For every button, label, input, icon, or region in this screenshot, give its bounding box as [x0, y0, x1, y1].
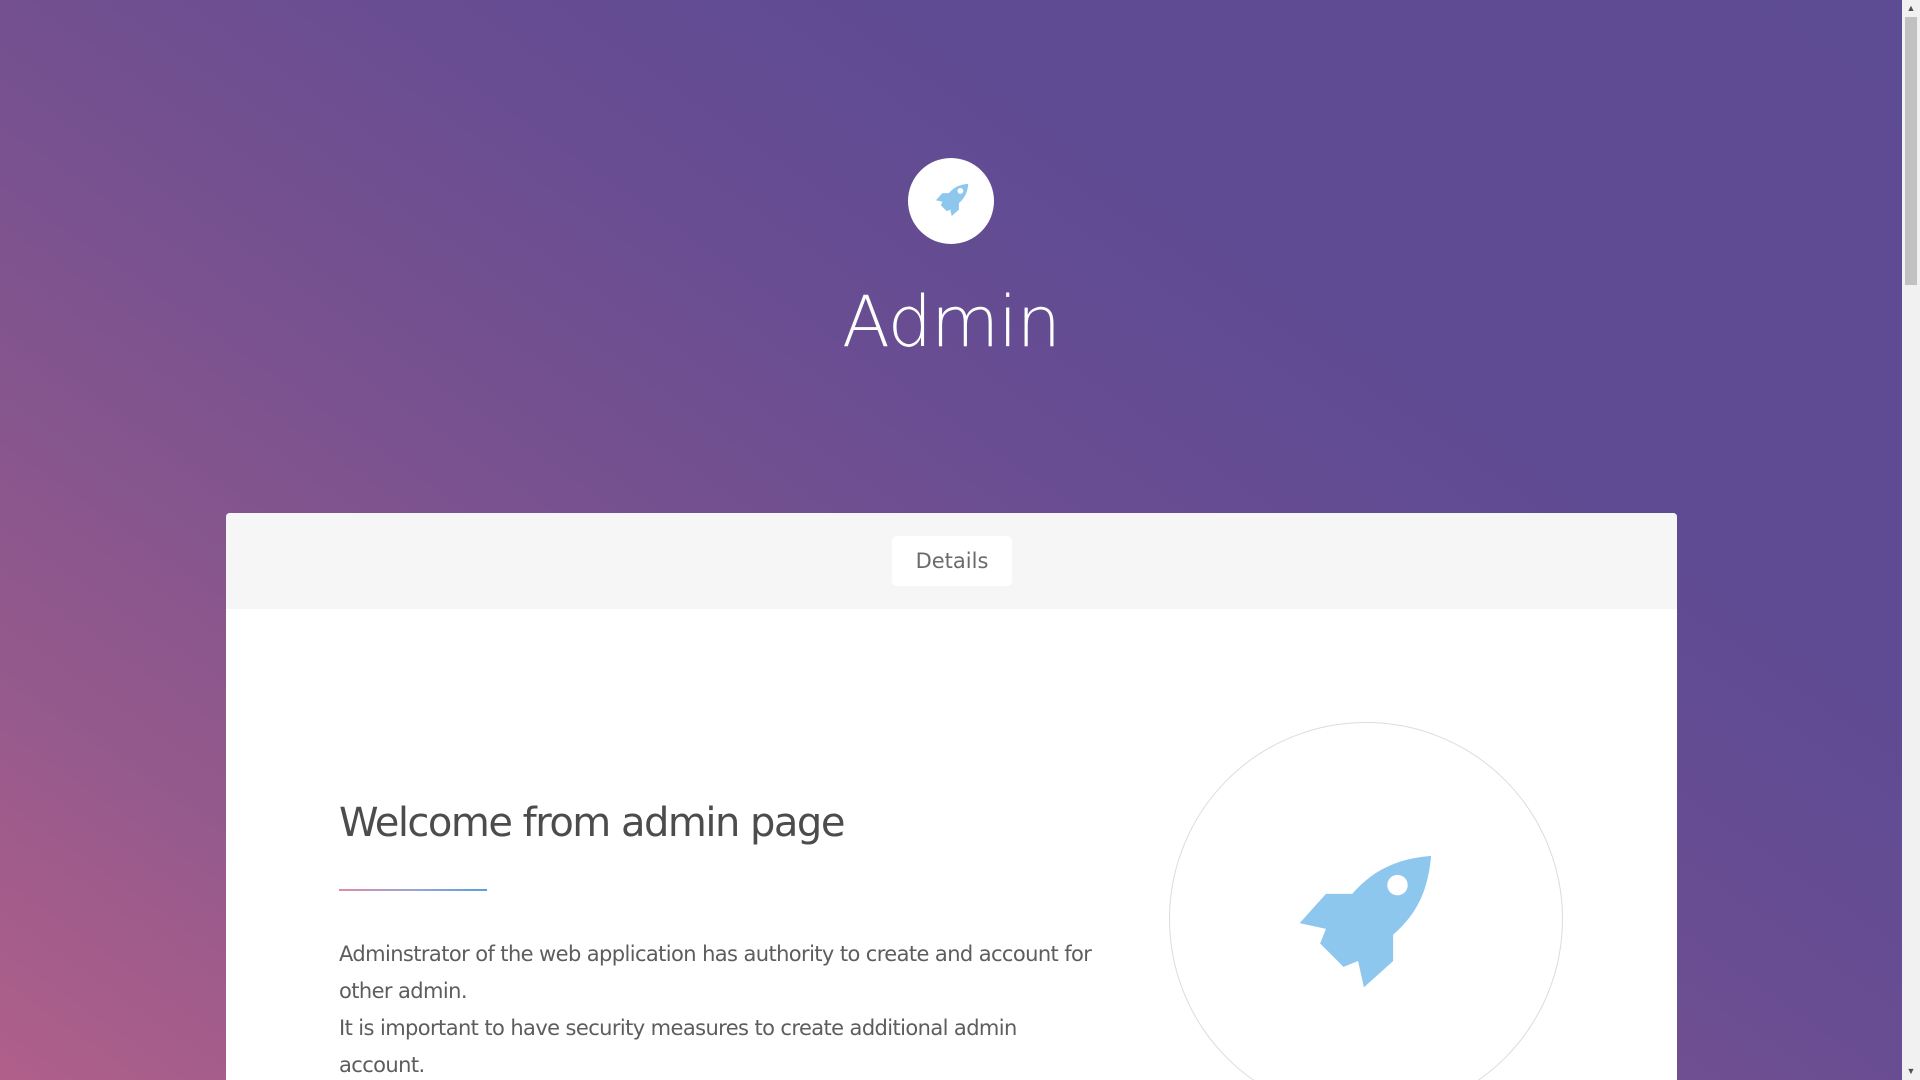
page: Admin Details Welcome from admin page Ad… [0, 0, 1920, 1080]
card-tab-bar: Details [226, 513, 1677, 609]
description-line: Adminstrator of the web application has … [339, 942, 1092, 1003]
scroll-down-arrow-icon[interactable]: ▼ [1902, 1063, 1920, 1080]
hero-header: Admin [0, 0, 1902, 513]
content-card: Details Welcome from admin page Adminstr… [226, 513, 1677, 1080]
heading-divider [339, 889, 487, 891]
vertical-scrollbar[interactable]: ▲ ▼ [1902, 0, 1920, 1080]
scroll-up-arrow-icon[interactable]: ▲ [1902, 0, 1920, 17]
description: Adminstrator of the web application has … [339, 936, 1099, 1080]
rocket-icon [935, 183, 969, 217]
tab-details[interactable]: Details [892, 536, 1012, 586]
welcome-heading: Welcome from admin page [339, 800, 845, 846]
description-line: It is important to have security measure… [339, 1016, 1017, 1077]
rocket-icon [1299, 855, 1432, 988]
page-title: Admin [841, 281, 1061, 363]
scroll-thumb[interactable] [1905, 17, 1917, 285]
hero-badge [908, 158, 994, 244]
